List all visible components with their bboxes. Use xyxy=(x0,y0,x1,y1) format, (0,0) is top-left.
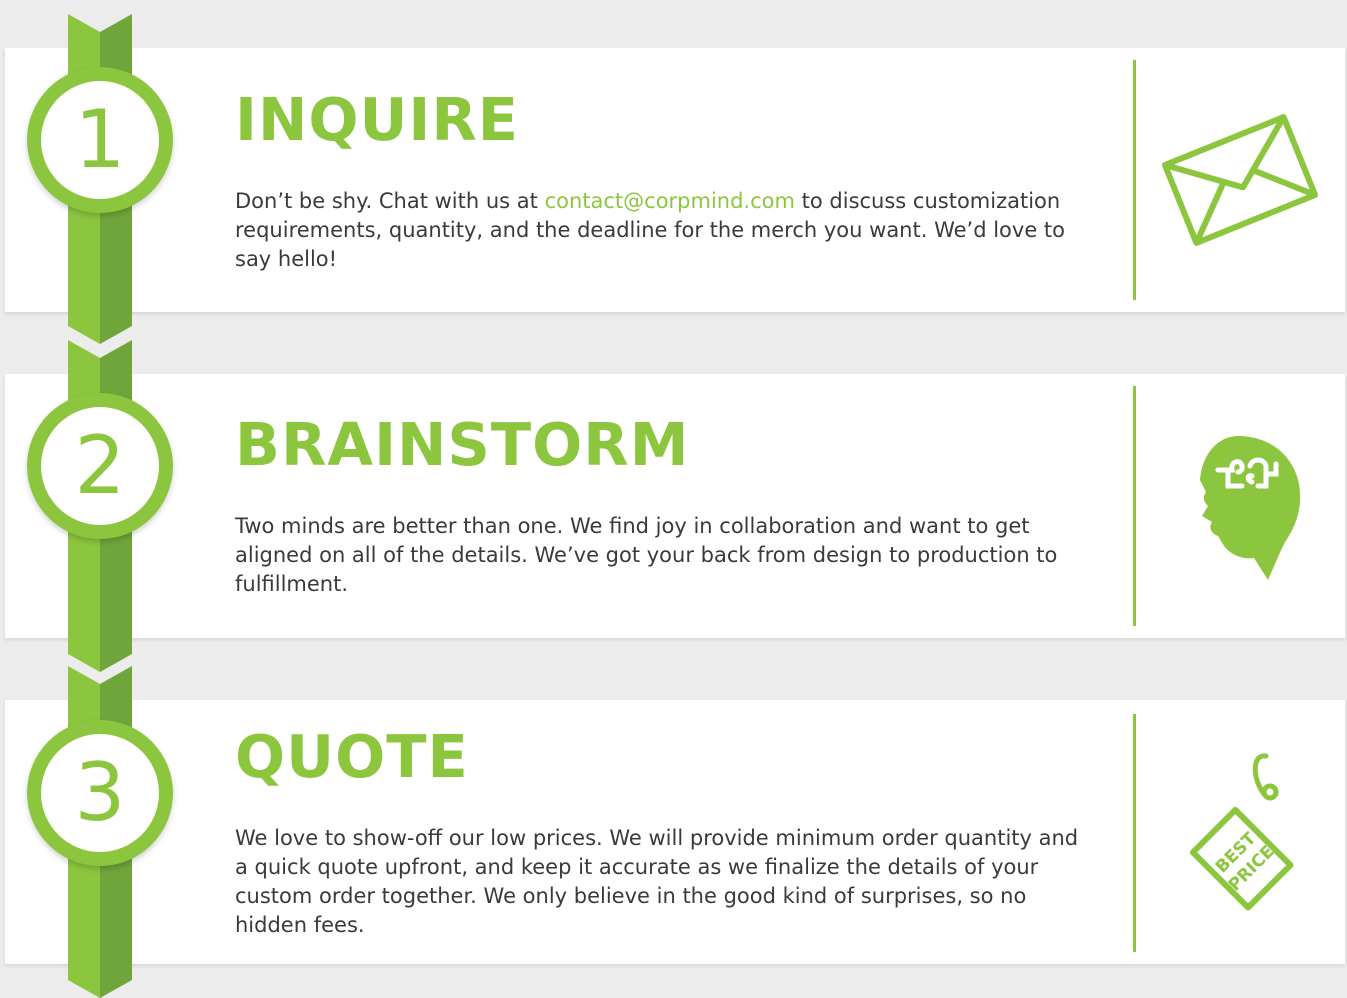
step-number-badge: 1 xyxy=(27,67,173,213)
step-title: BRAINSTORM xyxy=(235,410,690,479)
step-description: We love to show-off our low prices. We w… xyxy=(235,826,1079,937)
envelope-icon xyxy=(1162,112,1318,248)
step-number: 2 xyxy=(41,407,159,525)
step-description-text: Don’t be shy. Chat with us at xyxy=(235,189,545,213)
divider xyxy=(1133,714,1136,952)
contact-email-link[interactable]: contact@corpmind.com xyxy=(545,189,795,213)
step-title: QUOTE xyxy=(235,722,469,791)
step-number-badge: 3 xyxy=(27,720,173,866)
price-tag-icon: BEST PRICE xyxy=(1166,748,1316,918)
step-number: 3 xyxy=(41,734,159,852)
step-number-badge: 2 xyxy=(27,393,173,539)
step-number: 1 xyxy=(41,81,159,199)
divider xyxy=(1133,60,1136,300)
step-description: Two minds are better than one. We find j… xyxy=(235,514,1058,596)
divider xyxy=(1133,386,1136,626)
step-title: INQUIRE xyxy=(235,85,520,154)
step-description: Don’t be shy. Chat with us at contact@co… xyxy=(235,187,1095,274)
head-puzzle-icon xyxy=(1168,428,1308,588)
